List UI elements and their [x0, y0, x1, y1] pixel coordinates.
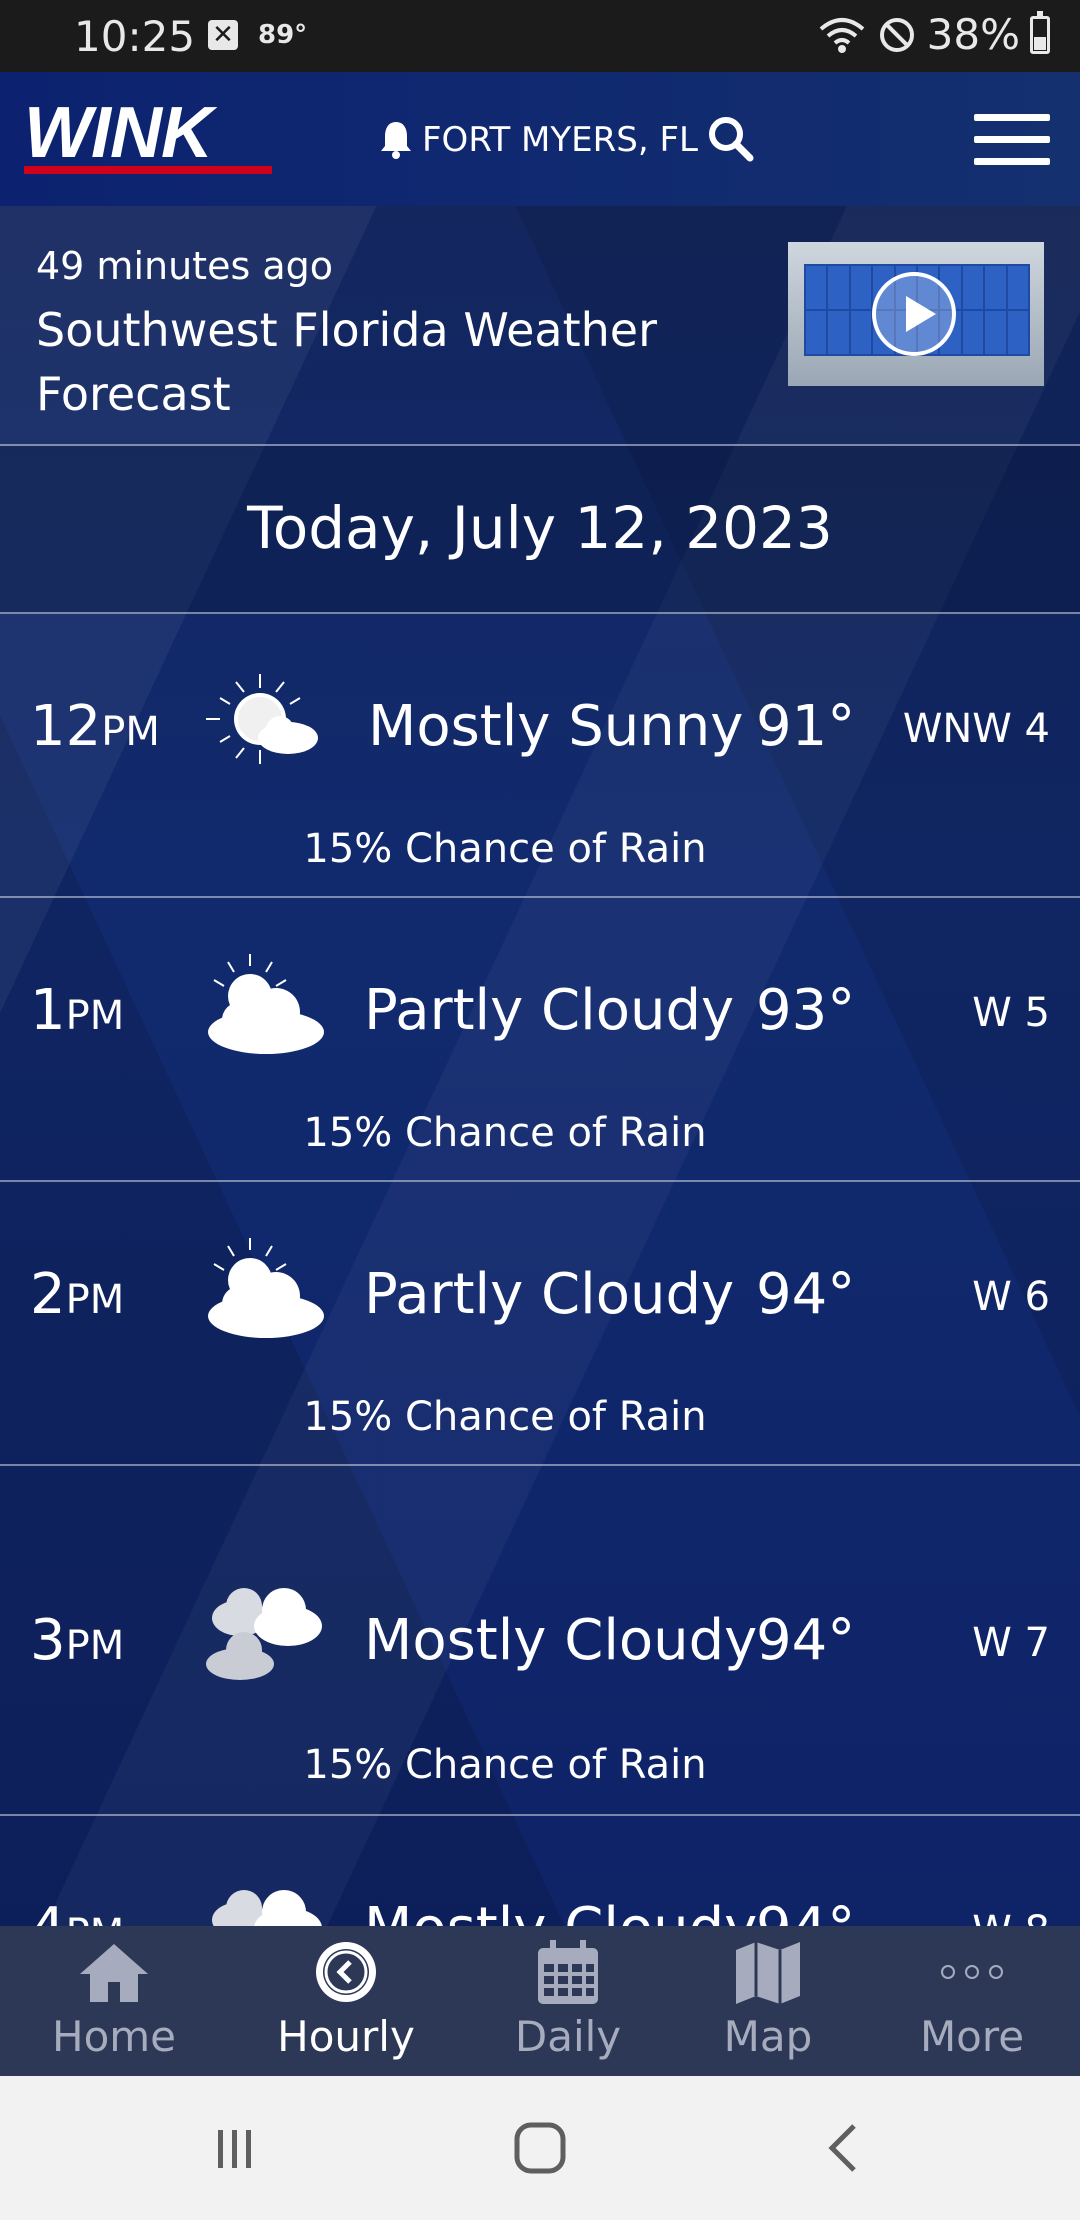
hour-condition: Partly Cloudy: [364, 978, 735, 1043]
system-navigation-bar: [0, 2076, 1080, 2220]
nav-home[interactable]: Home: [14, 1936, 214, 2076]
nav-hourly-label: Hourly: [277, 2012, 415, 2061]
nav-daily-label: Daily: [514, 2012, 622, 2061]
clock-icon: [316, 1942, 376, 2002]
hour-time: 12PM: [30, 694, 160, 759]
news-time: 49 minutes ago: [36, 244, 333, 288]
back-icon[interactable]: [820, 2120, 870, 2176]
date-heading-row: Today, July 12, 2023: [0, 446, 1080, 614]
hamburger-menu-icon[interactable]: [974, 114, 1050, 166]
hour-temperature: 91°: [756, 694, 856, 759]
hour-wind: W 5: [972, 990, 1050, 1036]
hour-row[interactable]: 1PM Partly Cloudy 93° W 5 15% Chance of …: [0, 898, 1080, 1182]
battery-icon: [1030, 10, 1050, 54]
nav-daily[interactable]: Daily: [468, 1936, 668, 2076]
hour-row[interactable]: 12PM Mostly Sunny 91° WNW 4 15% Chance o…: [0, 614, 1080, 898]
play-icon[interactable]: [872, 272, 956, 356]
hour-wind: WNW 4: [902, 706, 1050, 752]
hour-rain-chance: 15% Chance of Rain: [303, 826, 707, 872]
hour-wind: W 7: [972, 1620, 1050, 1666]
hour-rain-chance: 15% Chance of Rain: [303, 1742, 707, 1788]
video-thumbnail[interactable]: [788, 242, 1044, 386]
nav-home-label: Home: [51, 2012, 177, 2061]
home-button-icon[interactable]: [512, 2120, 568, 2176]
news-item[interactable]: 49 minutes ago Southwest Florida Weather…: [0, 206, 1080, 446]
battery-percent: 38%: [926, 10, 1020, 59]
location-label[interactable]: FORT MYERS, FL: [422, 120, 698, 160]
partly-cloudy-icon: [208, 954, 324, 1054]
partly-cloudy-icon: [208, 1238, 324, 1338]
hour-temperature: 94°: [756, 1608, 856, 1673]
hour-condition: Mostly Cloudy: [364, 1608, 758, 1673]
mostly-cloudy-icon: [206, 1588, 322, 1680]
date-heading: Today, July 12, 2023: [247, 494, 833, 562]
home-icon: [80, 1944, 148, 2002]
status-temperature: 89°: [258, 20, 308, 50]
status-time: 10:25: [74, 12, 196, 61]
bottom-navigation: Home Hourly Daily Map More: [0, 1926, 1080, 2076]
wifi-icon: [819, 17, 864, 53]
hour-row[interactable]: 3PM Mostly Cloudy 94° W 7 15% Chance of …: [0, 1466, 1080, 1816]
hour-time: 3PM: [30, 1608, 125, 1673]
hour-condition: Partly Cloudy: [364, 1262, 735, 1327]
mostly-sunny-icon: [206, 674, 318, 764]
news-title[interactable]: Southwest Florida Weather Forecast: [36, 298, 736, 426]
hour-wind: W 6: [972, 1274, 1050, 1320]
search-icon[interactable]: [706, 114, 756, 164]
nav-map[interactable]: Map: [668, 1936, 868, 2076]
wink-logo[interactable]: WINK: [24, 97, 213, 169]
hour-temperature: 94°: [756, 1262, 856, 1327]
recent-apps-icon[interactable]: [210, 2124, 260, 2174]
nav-map-label: Map: [723, 2012, 813, 2061]
more-dots-icon: [941, 1965, 1003, 1979]
logo-underline: [24, 166, 272, 174]
notification-icon: ✕: [208, 20, 238, 50]
status-bar: 10:25 ✕ 89° 38%: [0, 0, 1080, 72]
app-header: WINK FORT MYERS, FL: [0, 72, 1080, 206]
nav-hourly[interactable]: Hourly: [246, 1936, 446, 2076]
calendar-icon: [538, 1940, 598, 2004]
do-not-disturb-icon: [879, 17, 914, 52]
nav-more[interactable]: More: [872, 1936, 1072, 2076]
nav-more-label: More: [919, 2012, 1025, 2061]
hour-row[interactable]: 2PM Partly Cloudy 94° W 6 15% Chance of …: [0, 1182, 1080, 1466]
hour-condition: Mostly Sunny: [368, 694, 744, 759]
hour-rain-chance: 15% Chance of Rain: [303, 1110, 707, 1156]
hour-time: 1PM: [30, 978, 125, 1043]
bell-icon[interactable]: [378, 118, 414, 160]
hour-rain-chance: 15% Chance of Rain: [303, 1394, 707, 1440]
hour-temperature: 93°: [756, 978, 856, 1043]
hour-time: 2PM: [30, 1262, 125, 1327]
map-icon: [736, 1942, 800, 2004]
